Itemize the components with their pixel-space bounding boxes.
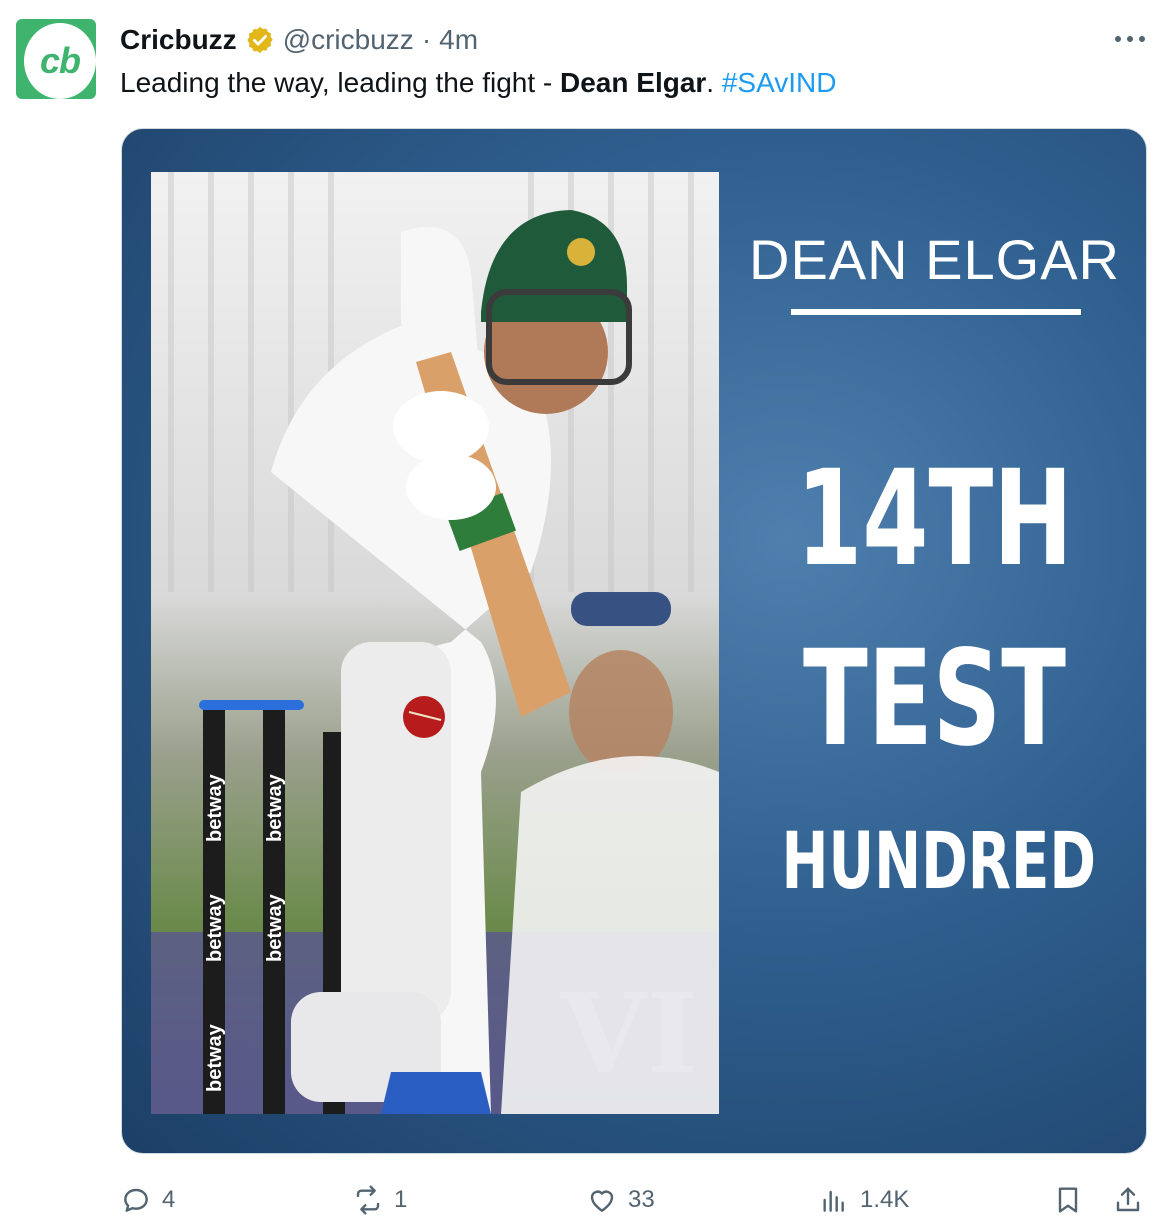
batsman-illustration: VI [151,172,719,1114]
verified-badge-icon[interactable] [245,25,275,55]
timestamp[interactable]: 4m [439,24,478,56]
tweet-action-bar: 4 1 33 1.4K [0,1180,1168,1220]
tweet-text-mention: Dean Elgar [560,67,707,98]
hashtag-link[interactable]: #SAvIND [722,67,837,98]
reply-icon [124,1188,148,1212]
more-options-icon[interactable] [1112,24,1148,54]
stump-sponsor-2: betway [204,893,226,962]
repost-icon [356,1185,380,1215]
views-button[interactable]: 1.4K [818,1180,909,1220]
repost-count: 1 [394,1186,408,1213]
avatar[interactable]: cb [16,19,96,99]
tweet-text: Leading the way, leading the fight - Dea… [120,64,837,102]
views-count: 1.4K [860,1186,910,1213]
milestone-ordinal: 14TH [796,442,1073,596]
bookmark-button[interactable] [1052,1180,1084,1220]
reply-count: 4 [162,1186,176,1213]
views-icon [823,1190,844,1212]
milestone-format: TEST [802,622,1067,776]
avatar-logo-text: cb [39,40,81,81]
avatar-badge: cb [24,23,96,99]
like-button[interactable]: 33 [586,1180,655,1220]
title-underline [791,309,1081,315]
author-handle[interactable]: @cricbuzz [283,24,414,56]
share-icon [1116,1187,1140,1212]
stump-sponsor-4: betway [264,893,286,962]
like-icon [590,1190,614,1212]
share-button[interactable] [1112,1180,1144,1220]
author-name[interactable]: Cricbuzz [120,24,237,56]
tweet-text-start: Leading the way, leading the fight - [120,67,561,98]
stump-sponsor-1: betway [204,1023,226,1092]
tweet-media-image[interactable]: VI [121,128,1147,1154]
bookmark-icon [1058,1187,1078,1213]
milestone-type: HUNDRED [781,817,1096,907]
player-name-title: DEAN ELGAR [749,228,1120,291]
like-count: 33 [628,1186,655,1213]
player-photo: VI [151,172,719,1114]
tweet-text-end: . [706,67,722,98]
repost-button[interactable]: 1 [352,1180,407,1220]
tweet-header: Cricbuzz @cricbuzz · 4m [120,22,478,58]
separator-dot: · [421,24,432,55]
reply-button[interactable]: 4 [120,1180,175,1220]
stump-sponsor-5: betway [264,773,286,842]
stump-sponsor-3: betway [204,773,226,842]
